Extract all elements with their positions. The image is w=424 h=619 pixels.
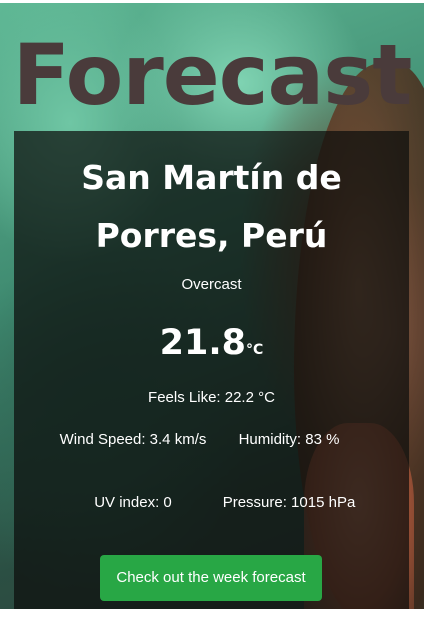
page-title: Forecast <box>12 26 413 124</box>
weather-condition: Overcast <box>181 276 242 293</box>
page-bottom-edge <box>0 609 424 619</box>
uv-index: UV index: 0 <box>94 494 172 511</box>
weather-card: San Martín de Porres, Perú Overcast 21.8… <box>14 131 409 609</box>
pressure: Pressure: 1015 hPa <box>222 494 356 511</box>
wind-speed: Wind Speed: 3.4 km/s <box>59 431 207 448</box>
temperature-value: 21.8 <box>159 323 247 363</box>
current-temperature: 21.8°C <box>14 321 409 372</box>
background-photo: Forecast San Martín de Porres, Perú Over… <box>0 3 424 609</box>
week-forecast-button[interactable]: Check out the week forecast <box>100 555 322 601</box>
city-name-line-2: Porres, Perú <box>95 216 328 255</box>
feels-like: Feels Like: 22.2 °C <box>148 389 275 406</box>
city-name-line-1: San Martín de <box>81 158 342 197</box>
temperature-unit: °C <box>246 342 264 358</box>
humidity: Humidity: 83 % <box>238 431 340 448</box>
city-name: San Martín de Porres, Perú <box>14 149 409 265</box>
